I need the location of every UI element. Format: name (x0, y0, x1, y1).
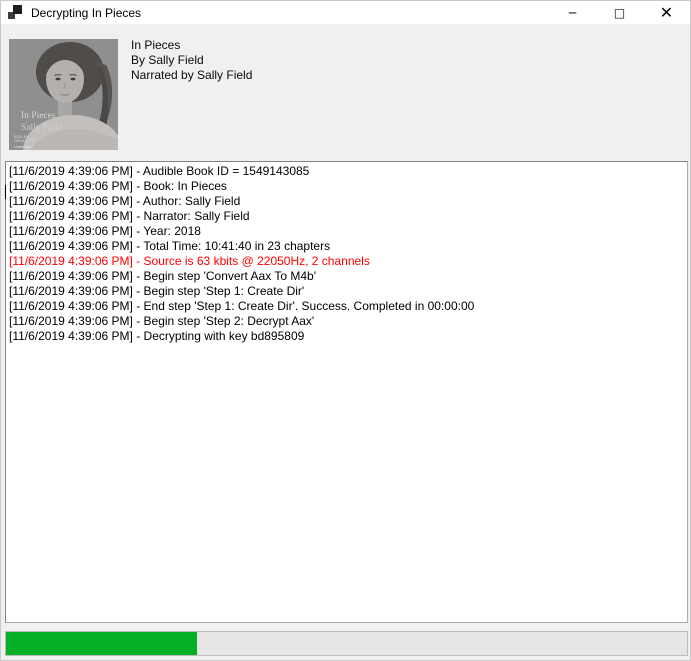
log-line: [11/6/2019 4:39:06 PM] - Decrypting with… (9, 329, 685, 344)
app-icon-square-large (13, 5, 22, 14)
log-line: [11/6/2019 4:39:06 PM] - Narrator: Sally… (9, 209, 685, 224)
log-line: [11/6/2019 4:39:06 PM] - Year: 2018 (9, 224, 685, 239)
log-line: [11/6/2019 4:39:06 PM] - Begin step 'Ste… (9, 314, 685, 329)
maximize-button[interactable]: □ (596, 1, 643, 24)
window-controls: ─ □ ✕ (549, 1, 690, 24)
book-narrator-line: Narrated by Sally Field (131, 68, 252, 83)
cover-readby-2: THE AUTHOR (14, 139, 35, 143)
app-window: Decrypting In Pieces ─ □ ✕ (0, 0, 691, 661)
log-line: [11/6/2019 4:39:06 PM] - Begin step 'Ste… (9, 284, 685, 299)
minimize-button[interactable]: ─ (549, 1, 596, 24)
cover-edition: Unabridged (14, 145, 33, 149)
book-cover-image: In Pieces Sally Field READ BY THE AUTHOR… (9, 39, 118, 150)
book-title-line: In Pieces (131, 38, 252, 53)
log-textbox[interactable]: [11/6/2019 4:39:06 PM] - Audible Book ID… (5, 161, 688, 623)
book-cover-art: In Pieces Sally Field READ BY THE AUTHOR… (9, 39, 118, 150)
progress-fill (6, 632, 197, 655)
progress-bar (5, 631, 688, 656)
close-button[interactable]: ✕ (643, 1, 690, 24)
book-author-line: By Sally Field (131, 53, 252, 68)
log-line: [11/6/2019 4:39:06 PM] - Source is 63 kb… (9, 254, 685, 269)
log-line: [11/6/2019 4:39:06 PM] - Begin step 'Con… (9, 269, 685, 284)
log-line: [11/6/2019 4:39:06 PM] - Book: In Pieces (9, 179, 685, 194)
log-line: [11/6/2019 4:39:06 PM] - End step 'Step … (9, 299, 685, 314)
log-line: [11/6/2019 4:39:06 PM] - Author: Sally F… (9, 194, 685, 209)
cover-author: Sally Field (21, 123, 63, 133)
log-line: [11/6/2019 4:39:06 PM] - Audible Book ID… (9, 164, 685, 179)
cover-title: In Pieces (21, 111, 56, 121)
log-line: [11/6/2019 4:39:06 PM] - Total Time: 10:… (9, 239, 685, 254)
title-bar[interactable]: Decrypting In Pieces ─ □ ✕ (1, 1, 690, 24)
window-title: Decrypting In Pieces (31, 6, 141, 20)
app-icon (8, 5, 24, 20)
book-info: In Pieces By Sally Field Narrated by Sal… (131, 38, 252, 83)
text-caret (5, 185, 6, 199)
